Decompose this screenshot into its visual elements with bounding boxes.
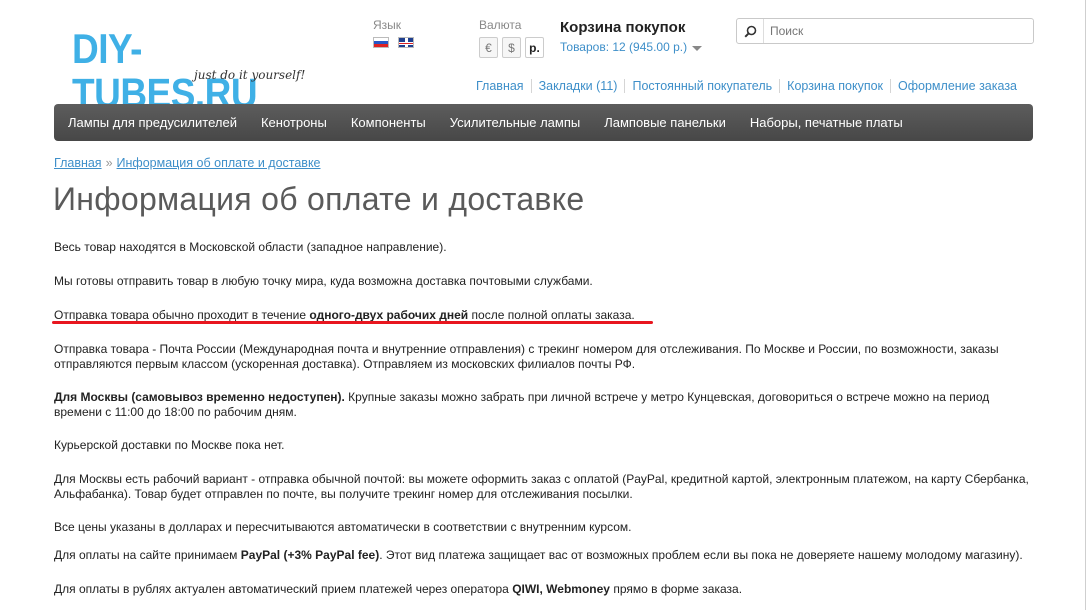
currency-label: Валюта <box>479 18 522 32</box>
search-input[interactable] <box>764 20 1033 42</box>
nav-item-kits-pcbs[interactable]: Наборы, печатные платы <box>738 115 915 130</box>
paypal-text-end: . Этот вид платежа защищает вас от возмо… <box>379 548 1023 562</box>
paragraph-moscow-pickup: Для Москвы (самовывоз временно недоступе… <box>54 390 1039 419</box>
nav-item-tube-sockets[interactable]: Ламповые панельки <box>592 115 738 130</box>
logo-tagline: just do it yourself! <box>194 68 306 82</box>
paragraph-prices: Все цены указаны в долларах и пересчитыв… <box>54 520 632 534</box>
top-link-bookmarks[interactable]: Закладки (11) <box>530 79 625 93</box>
breadcrumb-current-link[interactable]: Информация об оплате и доставке <box>117 156 321 170</box>
page-title: Информация об оплате и доставке <box>53 181 585 217</box>
paypal-fee: PayPal (+3% PayPal fee) <box>240 548 380 562</box>
currency-ruble-button[interactable]: р. <box>525 37 544 58</box>
nav-item-rectifiers[interactable]: Кенотроны <box>249 115 339 130</box>
main-nav: Лампы для предусилителей Кенотроны Компо… <box>54 104 1033 141</box>
paragraph-russian-post: Отправка товара - Почта России (Междунар… <box>54 342 999 371</box>
highlight-underline <box>52 321 653 324</box>
site-logo[interactable]: DIY-TUBES.RU just do it yourself! <box>72 26 312 116</box>
nav-item-components[interactable]: Компоненты <box>339 115 438 130</box>
rubles-text: Для оплаты в рублях актуален автоматичес… <box>54 582 513 596</box>
currency-dollar-button[interactable]: $ <box>502 37 521 58</box>
breadcrumb-home-link[interactable]: Главная <box>54 156 102 170</box>
paragraph-worldwide: Мы готовы отправить товар в любую точку … <box>54 274 593 288</box>
top-link-cart[interactable]: Корзина покупок <box>779 79 890 93</box>
dispatch-text-end: после полной оплаты заказа. <box>468 308 635 322</box>
top-link-account[interactable]: Постоянный покупатель <box>624 79 779 93</box>
search-box <box>736 18 1034 44</box>
top-link-checkout[interactable]: Оформление заказа <box>890 79 1024 93</box>
top-links: Главная Закладки (11) Постоянный покупат… <box>469 79 1024 93</box>
dispatch-text: Отправка товара обычно проходит в течени… <box>54 308 310 322</box>
language-label: Язык <box>373 18 402 32</box>
currency-selector: Валюта € $ р. <box>479 18 544 58</box>
language-selector: Язык <box>373 18 414 48</box>
paragraph-paypal: Для оплаты на сайте принимаем PayPal (+3… <box>54 548 1039 563</box>
rubles-operators: QIWI, Webmoney <box>512 582 610 596</box>
currency-euro-button[interactable]: € <box>479 37 498 58</box>
nav-item-power-tubes[interactable]: Усилительные лампы <box>438 115 592 130</box>
cart-widget[interactable]: Корзина покупок Товаров: 12 (945.00 р.) <box>560 19 703 54</box>
breadcrumb-separator: » <box>105 156 113 170</box>
nav-item-preamp-tubes[interactable]: Лампы для предусилителей <box>54 115 249 130</box>
chevron-down-icon <box>692 45 703 51</box>
moscow-pickup-heading: Для Москвы (самовывоз временно недоступе… <box>54 390 345 404</box>
cart-summary-dropdown[interactable]: Товаров: 12 (945.00 р.) <box>560 40 703 54</box>
dispatch-days: одного-двух рабочих дней <box>309 308 469 322</box>
cart-summary: Товаров: 12 (945.00 р.) <box>560 40 688 54</box>
paragraph-rubles: Для оплаты в рублях актуален автоматичес… <box>54 582 1039 597</box>
russian-flag-icon[interactable] <box>373 37 389 48</box>
paypal-text: Для оплаты на сайте принимаем <box>54 548 241 562</box>
paragraph-courier: Курьерской доставки по Москве пока нет. <box>54 438 285 452</box>
search-button[interactable] <box>737 19 764 43</box>
paragraph-location: Весь товар находятся в Московской област… <box>54 240 447 254</box>
paragraph-moscow-mail: Для Москвы есть рабочий вариант - отправ… <box>54 472 1029 501</box>
cart-title: Корзина покупок <box>560 19 686 36</box>
rubles-text-end: прямо в форме заказа. <box>609 582 743 596</box>
window-edge <box>1085 0 1086 610</box>
top-link-home[interactable]: Главная <box>469 79 531 93</box>
breadcrumb: Главная» Информация об оплате и доставке <box>54 156 321 170</box>
search-icon <box>743 25 756 38</box>
english-flag-icon[interactable] <box>398 37 414 48</box>
